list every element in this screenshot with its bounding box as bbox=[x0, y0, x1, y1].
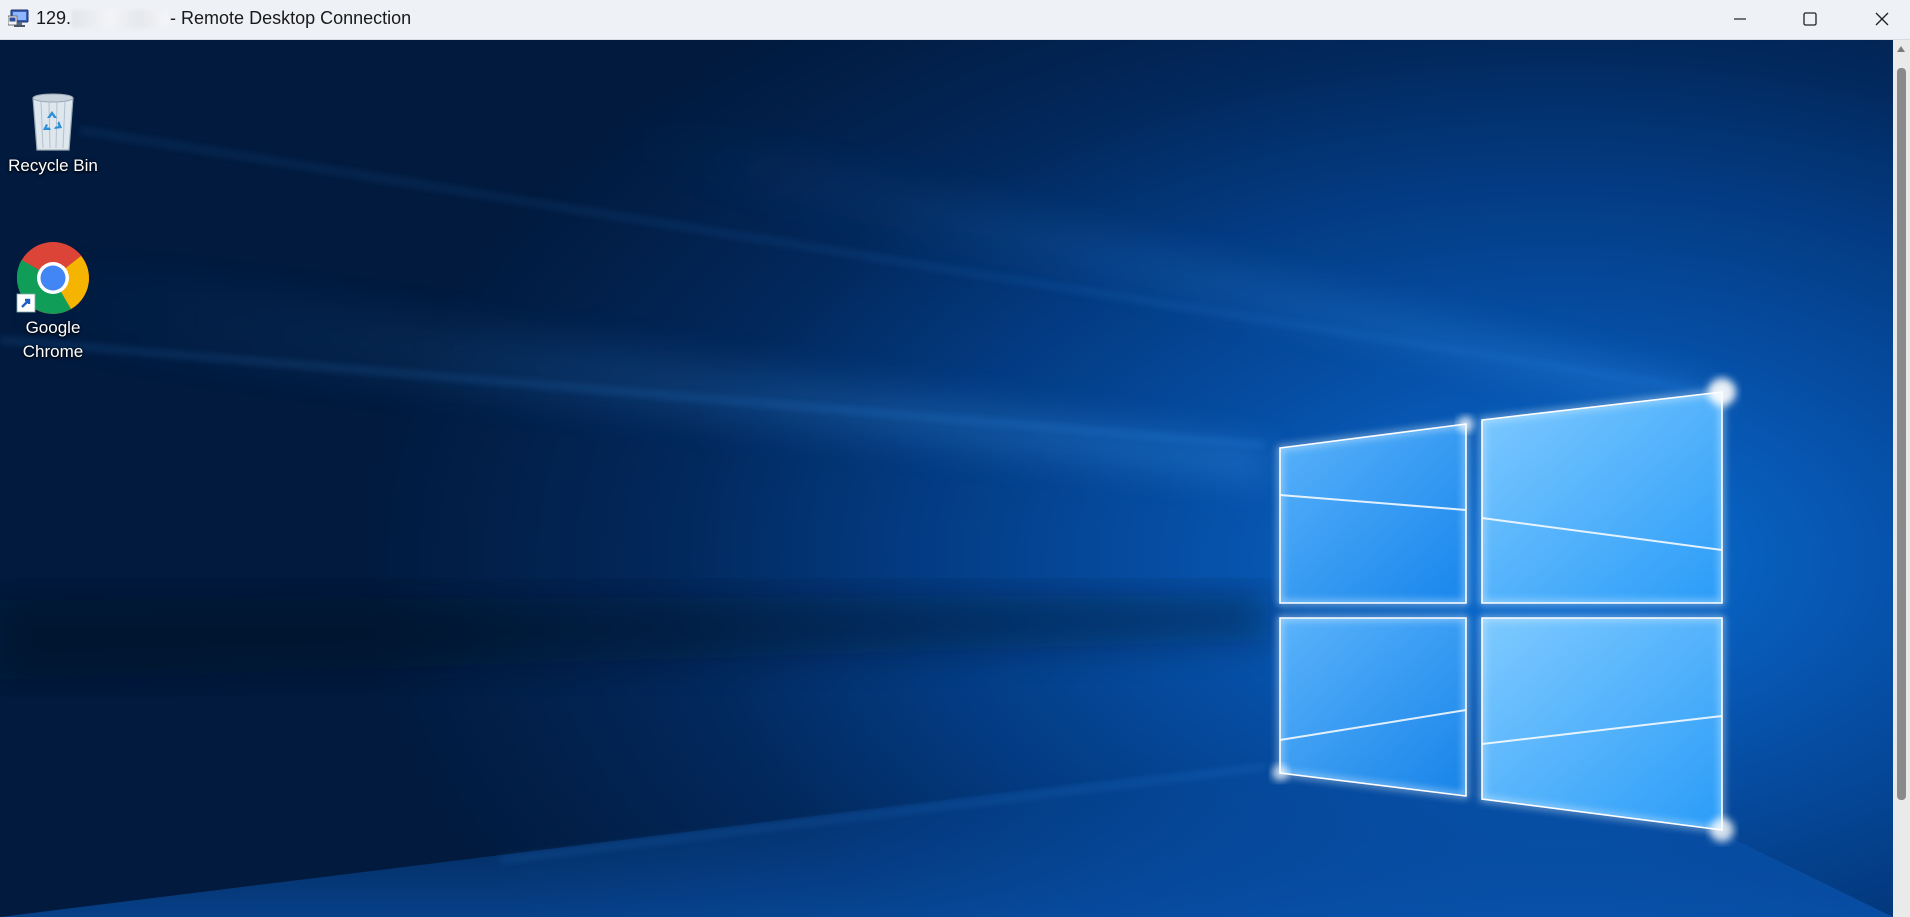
minimize-button[interactable] bbox=[1706, 0, 1774, 38]
chrome-label-line1: Google bbox=[25, 318, 81, 337]
scrollbar-thumb[interactable] bbox=[1897, 68, 1906, 800]
recycle-bin-label: Recycle Bin bbox=[8, 156, 98, 175]
close-icon bbox=[1875, 12, 1889, 26]
windows-wallpaper bbox=[0, 100, 1893, 917]
title-bar[interactable]: 129. - Remote Desktop Connection bbox=[0, 0, 1910, 40]
minimize-icon bbox=[1734, 18, 1746, 20]
maximize-icon bbox=[1803, 12, 1817, 26]
recycle-bin-shortcut[interactable]: Recycle Bin bbox=[5, 88, 101, 178]
remote-desktop-area[interactable]: Recycle Bin Google Chrome bbox=[0, 40, 1893, 917]
close-button[interactable] bbox=[1848, 0, 1910, 38]
remote-desktop-window: 129. - Remote Desktop Connection Recycle… bbox=[0, 0, 1910, 917]
chrome-label-line2: Chrome bbox=[22, 342, 84, 361]
chrome-icon bbox=[16, 242, 89, 314]
title-suffix: - Remote Desktop Connection bbox=[170, 8, 412, 28]
vertical-scrollbar[interactable] bbox=[1893, 40, 1910, 917]
redacted-address bbox=[72, 9, 169, 28]
remote-desktop-icon bbox=[8, 9, 29, 27]
google-chrome-shortcut[interactable]: Google Chrome bbox=[5, 240, 101, 364]
maximize-button[interactable] bbox=[1776, 0, 1844, 38]
window-title: 129. - Remote Desktop Connection bbox=[36, 8, 411, 29]
title-prefix: 129. bbox=[36, 8, 72, 28]
scroll-up-icon[interactable] bbox=[1897, 46, 1905, 52]
recycle-bin-icon bbox=[32, 93, 74, 151]
